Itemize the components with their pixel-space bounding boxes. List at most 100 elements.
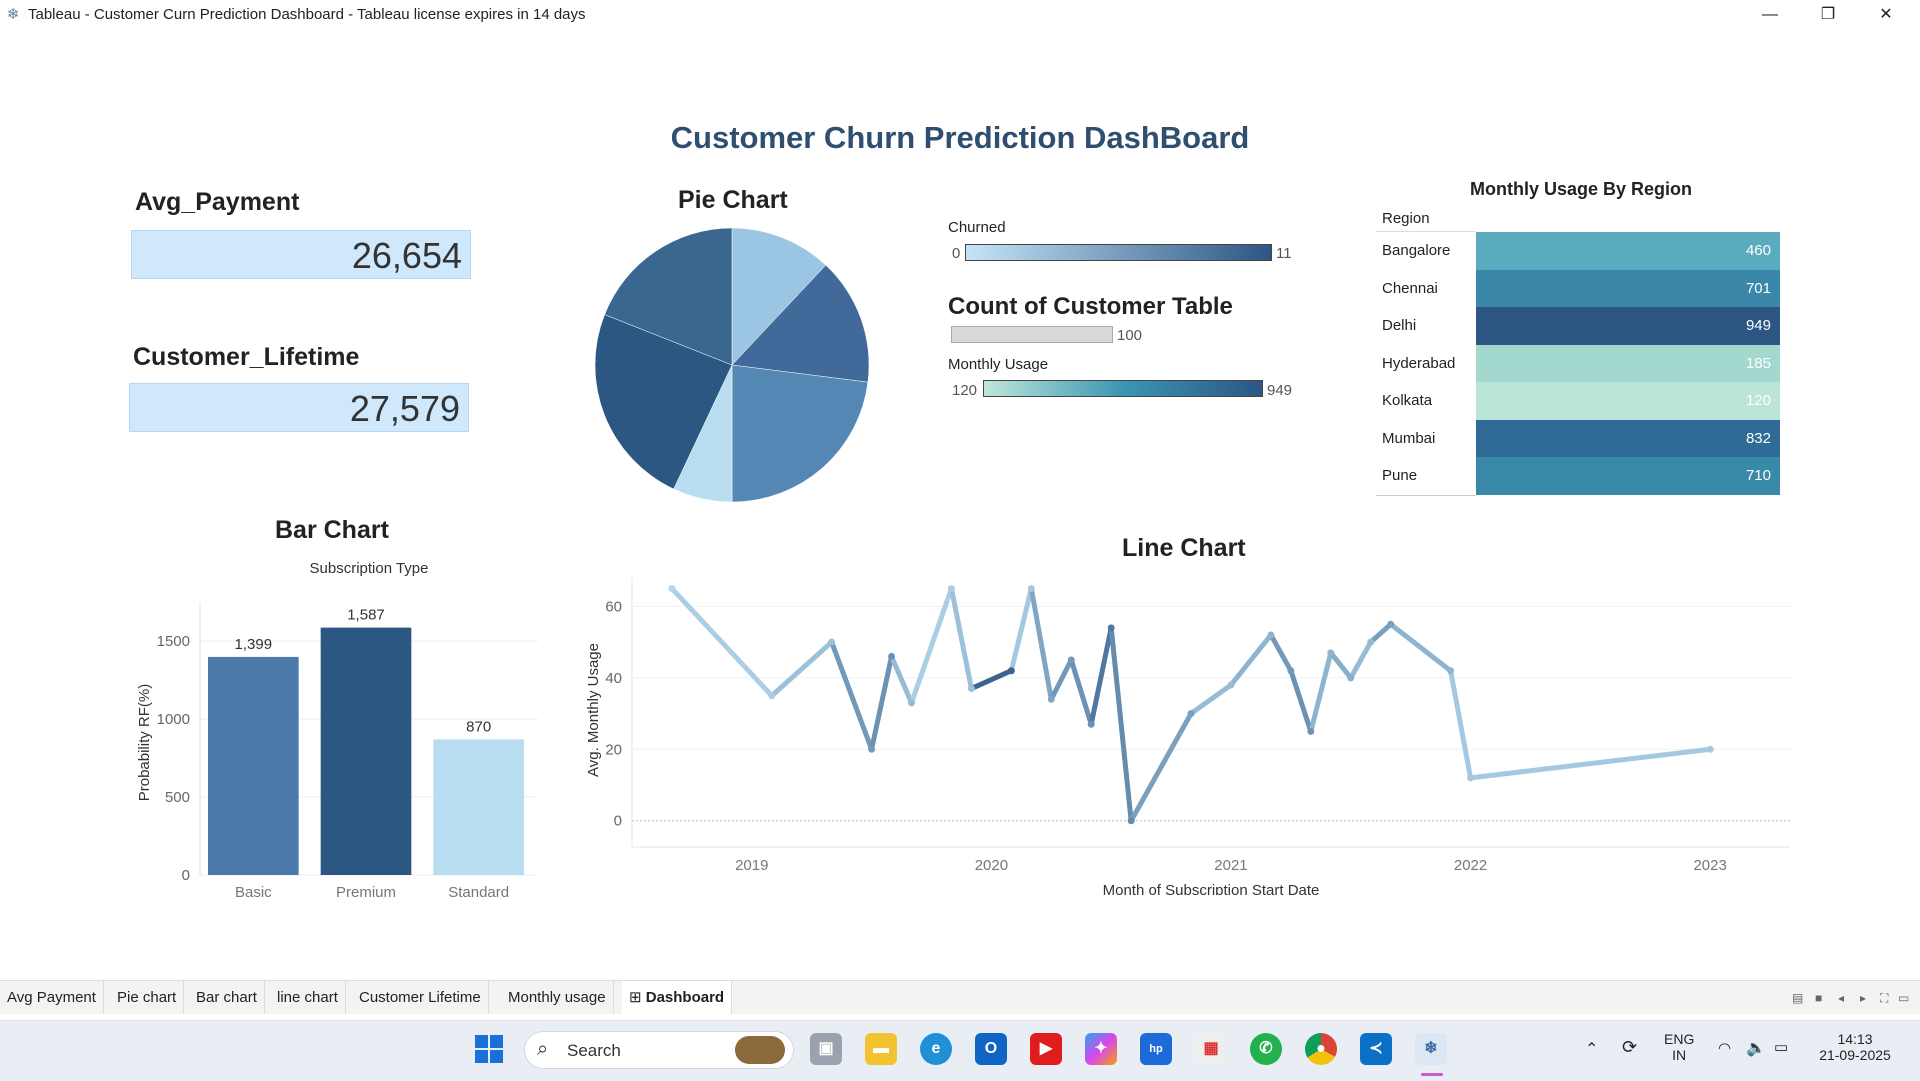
line-segment[interactable]	[1008, 586, 1034, 674]
line-segment[interactable]	[1308, 650, 1334, 734]
line-point[interactable]	[1307, 727, 1315, 735]
language-indicator[interactable]: ENG IN	[1664, 1031, 1694, 1063]
line-segment[interactable]	[1468, 746, 1713, 781]
line-point[interactable]	[768, 692, 776, 700]
line-segment[interactable]	[769, 639, 835, 699]
show-tabs-icon[interactable]: ■	[1815, 991, 1822, 1005]
file-explorer-icon[interactable]: ▬	[865, 1033, 897, 1065]
line-point[interactable]	[967, 685, 975, 693]
line-segment[interactable]	[909, 586, 954, 706]
line-point[interactable]	[1227, 681, 1235, 689]
show-hidden-icons-icon[interactable]: ⌃	[1585, 1039, 1598, 1059]
line-point[interactable]	[1067, 656, 1075, 664]
bar-premium[interactable]	[320, 627, 412, 875]
whatsapp-icon[interactable]: ✆	[1250, 1033, 1282, 1065]
line-segment[interactable]	[968, 668, 1014, 692]
wifi-icon[interactable]: ◠	[1718, 1039, 1731, 1057]
line-point[interactable]	[1127, 817, 1135, 825]
minimize-button[interactable]: —	[1741, 0, 1799, 30]
task-view-icon[interactable]: ▣	[810, 1033, 842, 1065]
scroll-right-icon[interactable]: ▸	[1860, 991, 1866, 1005]
scroll-left-icon[interactable]: ◂	[1838, 991, 1844, 1005]
line-point[interactable]	[828, 638, 836, 646]
line-segment[interactable]	[1328, 650, 1354, 681]
region-usage-cell[interactable]: 460	[1476, 232, 1780, 270]
line-point[interactable]	[1007, 667, 1015, 675]
line-segment[interactable]	[1348, 639, 1374, 681]
line-segment[interactable]	[1388, 621, 1454, 674]
line-segment[interactable]	[1108, 625, 1134, 824]
count-size-legend[interactable]	[951, 326, 1113, 343]
region-usage-cell[interactable]: 832	[1476, 419, 1780, 457]
line-point[interactable]	[1287, 667, 1295, 675]
volume-icon[interactable]: 🔈	[1746, 1038, 1766, 1058]
line-point[interactable]	[1387, 620, 1395, 628]
microsoft-store-icon[interactable]: ▦	[1195, 1033, 1227, 1065]
chrome-icon[interactable]: ●	[1305, 1033, 1337, 1065]
pie-chart[interactable]	[590, 225, 875, 505]
show-filmstrip-icon[interactable]: ▤	[1792, 991, 1803, 1005]
tableau-icon[interactable]: ❄	[1415, 1033, 1447, 1065]
windows-start-icon[interactable]	[473, 1033, 505, 1065]
region-usage-cell[interactable]: 120	[1476, 382, 1780, 420]
line-chart[interactable]: 0 20 40 60 2019 2020 2021 2022 2023 Avg. Monthly …	[580, 575, 1790, 895]
outlook-icon[interactable]: O	[975, 1033, 1007, 1065]
line-segment[interactable]	[1368, 621, 1394, 645]
line-segment[interactable]	[1268, 632, 1294, 674]
line-point[interactable]	[1367, 638, 1375, 646]
tab-avg-payment[interactable]: Avg Payment	[0, 981, 104, 1014]
line-segment[interactable]	[1028, 586, 1054, 702]
line-point[interactable]	[1267, 631, 1275, 639]
line-point[interactable]	[668, 585, 676, 593]
region-usage-cell[interactable]: 949	[1476, 307, 1780, 345]
region-usage-cell[interactable]: 710	[1476, 457, 1780, 495]
region-usage-cell[interactable]: 701	[1476, 269, 1780, 307]
churned-color-legend[interactable]	[965, 244, 1272, 261]
line-segment[interactable]	[1088, 625, 1114, 727]
copilot-icon[interactable]: ✦	[1085, 1033, 1117, 1065]
tab-customer-lifetime[interactable]: Customer Lifetime	[352, 981, 489, 1014]
monthly-usage-color-legend[interactable]	[983, 380, 1263, 397]
myhp-icon[interactable]: hp	[1140, 1033, 1172, 1065]
line-point[interactable]	[1706, 745, 1714, 753]
line-point[interactable]	[1027, 585, 1035, 593]
region-usage-cell[interactable]: 185	[1476, 344, 1780, 382]
line-point[interactable]	[1087, 720, 1095, 728]
line-segment[interactable]	[1048, 657, 1074, 702]
line-point[interactable]	[1047, 695, 1055, 703]
tab-pie-chart[interactable]: Pie chart	[110, 981, 185, 1014]
presentation-icon[interactable]: ▭	[1898, 991, 1909, 1005]
line-segment[interactable]	[1288, 668, 1314, 734]
maximize-button[interactable]: ❐	[1799, 0, 1857, 30]
bar-standard[interactable]	[433, 739, 524, 875]
line-segment[interactable]	[1128, 711, 1194, 824]
line-point[interactable]	[1467, 774, 1475, 782]
tab-bar-chart[interactable]: Bar chart	[189, 981, 265, 1014]
line-segment[interactable]	[869, 653, 895, 752]
line-segment[interactable]	[829, 639, 875, 752]
line-segment[interactable]	[669, 586, 775, 699]
fit-icon[interactable]: ⛶	[1880, 991, 1888, 1006]
tab-line-chart[interactable]: line chart	[270, 981, 346, 1014]
line-point[interactable]	[1107, 624, 1115, 632]
close-button[interactable]: ✕	[1857, 0, 1915, 30]
bar-basic[interactable]	[208, 656, 299, 875]
line-segment[interactable]	[1448, 668, 1474, 781]
clock[interactable]: 14:13 21-09-2025	[1815, 1031, 1895, 1063]
line-point[interactable]	[1347, 674, 1355, 682]
line-segment[interactable]	[948, 586, 974, 692]
youtube-icon[interactable]: ▶	[1030, 1033, 1062, 1065]
line-point[interactable]	[868, 745, 876, 753]
line-point[interactable]	[1187, 710, 1195, 718]
edge-icon[interactable]: e	[920, 1033, 952, 1065]
tab-dashboard[interactable]: ⊞ Dashboard	[622, 981, 733, 1014]
vscode-icon[interactable]: ≺	[1360, 1033, 1392, 1065]
line-point[interactable]	[908, 699, 916, 707]
line-point[interactable]	[888, 652, 896, 660]
pie-slice-3[interactable]	[731, 364, 869, 503]
line-segment[interactable]	[1188, 682, 1234, 717]
tab-monthly-usage[interactable]: Monthly usage	[501, 981, 614, 1014]
line-point[interactable]	[947, 585, 955, 593]
bar-chart[interactable]: Subscription Type 0 500 1000 1500 Probability…	[128, 555, 548, 910]
line-point[interactable]	[1447, 667, 1455, 675]
